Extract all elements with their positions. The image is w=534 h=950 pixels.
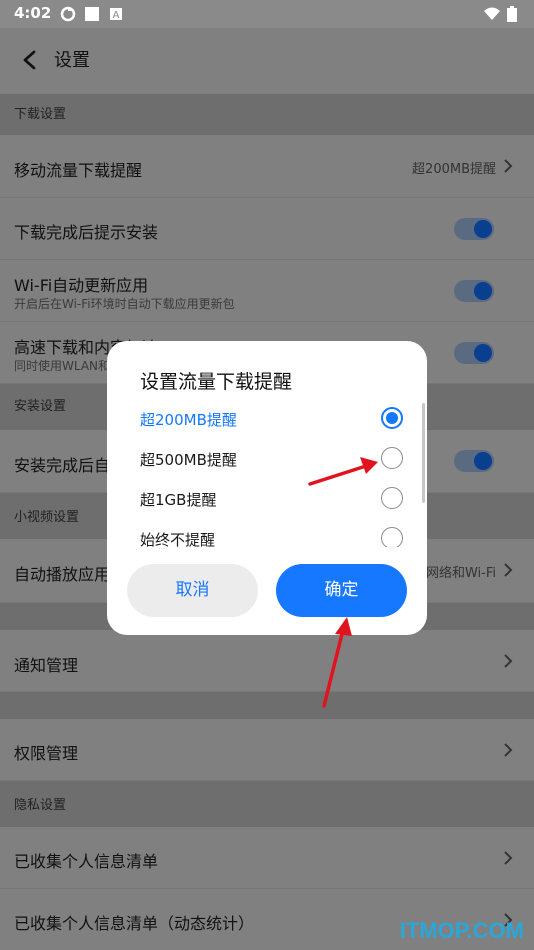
watermark: ITMOP.COM — [399, 918, 524, 943]
annotation-arrows — [308, 457, 378, 708]
annotation-arrow-to-500mb — [308, 457, 378, 486]
annotation-arrow-to-confirm — [322, 617, 352, 708]
